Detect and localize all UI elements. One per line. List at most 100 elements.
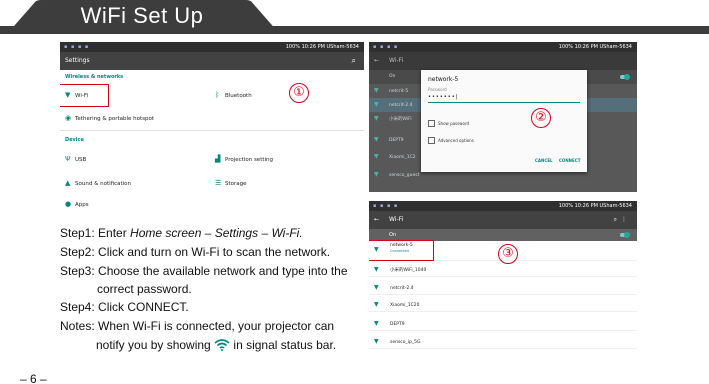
wifi-toggle[interactable] xyxy=(620,73,630,80)
password-label: Password xyxy=(428,87,447,92)
appbar-title: Wi-Fi xyxy=(389,57,404,64)
network-row[interactable]: ▼ DEPT9 xyxy=(369,316,637,331)
callout-1: ① xyxy=(289,83,309,103)
password-input[interactable]: •••••••| xyxy=(428,94,458,100)
settings-item-apps[interactable]: ● Apps xyxy=(65,199,89,209)
usb-icon: Ψ xyxy=(65,155,71,163)
back-arrow-icon[interactable]: ← xyxy=(374,211,379,229)
settings-item-label: Sound & notification xyxy=(75,181,132,187)
step-2: Step2: Click and turn on Wi-Fi to scan t… xyxy=(60,245,331,259)
network-name: sensco_ip_5G xyxy=(390,340,421,345)
section-divider xyxy=(60,130,364,131)
section-wireless-networks: Wireless & networks xyxy=(65,74,124,80)
search-icon[interactable]: ⌕ xyxy=(352,52,356,70)
settings-item-sound[interactable]: ▲ Sound & notification xyxy=(65,178,131,188)
section-device: Device xyxy=(65,137,84,143)
on-label: On xyxy=(389,74,396,79)
wifi-signal-icon: ▼ xyxy=(374,284,379,291)
network-name: Xiaomi_1C2 xyxy=(389,155,416,160)
network-name: netcrit-5 xyxy=(389,89,409,94)
android-icon: ● xyxy=(65,200,72,208)
wifi-highlight-box xyxy=(60,84,109,107)
network-name: DEPT9 xyxy=(390,322,405,327)
network-row[interactable]: ▼ sensco_ip_5G xyxy=(369,334,637,349)
appbar-title: Wi-Fi xyxy=(389,216,404,223)
status-bar: ▪ ▪ ▪ ▪ 100% 10:26 PM USham-5634 xyxy=(369,42,637,52)
callout-3: ③ xyxy=(498,244,518,264)
network-row[interactable]: ▼ Xiaomi_1C20 xyxy=(369,297,637,312)
network-row[interactable]: ▼ netcrit-2.4 xyxy=(369,280,637,295)
callout-2: ② xyxy=(531,108,551,128)
notification-icons: ▪ ▪ ▪ ▪ xyxy=(64,44,90,50)
wifi-icon xyxy=(214,339,230,351)
notification-icons: ▪ ▪ ▪ ▪ xyxy=(373,203,399,209)
step-1-prefix: Step1: Enter xyxy=(60,226,131,240)
settings-item-label: Storage xyxy=(225,181,247,187)
network-name: Xiaomi_1C20 xyxy=(390,303,420,308)
status-right-text: 100% 10:26 PM USham-5634 xyxy=(285,44,359,50)
step-3-line-2: correct password. xyxy=(97,282,192,296)
dialog-title: network-5 xyxy=(428,76,459,83)
settings-item-label: Bluetooth xyxy=(225,93,252,99)
step-1-path: Home screen – Settings – Wi-Fi. xyxy=(130,226,303,240)
step-4: Step4: Click CONNECT. xyxy=(60,300,189,314)
settings-item-label: Tethering & portable hotspot xyxy=(75,116,155,122)
network-name: DEPT9 xyxy=(389,138,404,143)
password-dialog-screenshot: ▪ ▪ ▪ ▪ 100% 10:26 PM USham-5634 ← Wi-Fi… xyxy=(369,42,637,192)
notes-text-b: in signal status bar. xyxy=(233,338,337,352)
network-name: sensco_guest xyxy=(389,173,420,178)
advanced-options-label: Advanced options xyxy=(438,138,474,143)
settings-item-label: USB xyxy=(75,157,87,163)
network-name: netcrit-2.4 xyxy=(389,103,413,108)
settings-item-usb[interactable]: Ψ USB xyxy=(65,154,86,164)
wifi-signal-icon: ▼ xyxy=(374,101,379,108)
advanced-options-checkbox[interactable] xyxy=(428,137,435,144)
network-row[interactable]: ▼ 小米的WiFi_1040 xyxy=(369,262,637,277)
step-1: Step1: Enter Home screen – Settings – Wi… xyxy=(60,226,303,240)
step-3-line-1: Step3: Choose the available network and … xyxy=(60,264,348,278)
settings-item-label: Apps xyxy=(75,202,89,208)
wifi-signal-icon: ▼ xyxy=(374,320,379,327)
projection-icon: ▟ xyxy=(215,155,221,163)
network-name: 小米的WiFi_1040 xyxy=(390,268,427,273)
wifi-signal-icon: ▼ xyxy=(374,87,379,94)
settings-item-label: Projection setting xyxy=(225,157,274,163)
search-icon[interactable]: ⌕⋮ xyxy=(614,211,631,229)
network-name: 小米的WiFi xyxy=(389,117,412,122)
connect-button[interactable]: CONNECT xyxy=(559,158,580,163)
settings-item-tethering[interactable]: ◉ Tethering & portable hotspot xyxy=(65,113,154,123)
wifi-signal-icon: ▼ xyxy=(374,115,379,122)
cancel-button[interactable]: CANCEL xyxy=(535,158,553,163)
settings-item-projection[interactable]: ▟ Projection setting xyxy=(215,154,273,164)
wifi-appbar: ← Wi-Fi ⌕⋮ xyxy=(369,211,637,229)
back-arrow-icon[interactable]: ← xyxy=(374,52,379,70)
bell-icon: ▲ xyxy=(65,179,71,187)
settings-item-storage[interactable]: ☰ Storage xyxy=(215,178,247,188)
show-password-label: Show password xyxy=(438,121,470,126)
status-right-text: 100% 10:26 PM USham-5634 xyxy=(558,203,632,209)
status-bar: ▪ ▪ ▪ ▪ 100% 10:26 PM USham-5634 xyxy=(369,201,637,211)
notes-text-a: notify you by showing xyxy=(96,338,211,352)
wifi-signal-icon: ▼ xyxy=(374,136,379,143)
wifi-appbar: ← Wi-Fi xyxy=(369,52,637,70)
wifi-signal-icon: ▼ xyxy=(374,338,379,345)
hotspot-icon: ◉ xyxy=(65,114,72,122)
wifi-connected-screenshot: ▪ ▪ ▪ ▪ 100% 10:26 PM USham-5634 ← Wi-Fi… xyxy=(369,201,637,352)
status-right-text: 100% 10:26 PM USham-5634 xyxy=(558,44,632,50)
settings-appbar: Settings ⌕ xyxy=(60,52,364,70)
bluetooth-icon: ᛒ xyxy=(215,91,220,99)
wifi-toggle[interactable] xyxy=(620,231,630,238)
wifi-signal-icon: ▼ xyxy=(374,153,379,160)
storage-icon: ☰ xyxy=(215,179,222,187)
settings-item-bluetooth[interactable]: ᛒ Bluetooth xyxy=(215,90,252,100)
wifi-signal-icon: ▼ xyxy=(374,171,379,178)
page-title: WiFi Set Up xyxy=(80,3,204,28)
password-underline xyxy=(428,102,580,103)
settings-screenshot: ▪ ▪ ▪ ▪ 100% 10:26 PM USham-5634 Setting… xyxy=(60,42,364,214)
notes-line-2: notify you by showing in signal status b… xyxy=(96,338,336,352)
page-number: – 6 – xyxy=(20,372,47,384)
wifi-signal-icon: ▼ xyxy=(374,266,379,273)
notes-line-1: Notes: When Wi-Fi is connected, your pro… xyxy=(60,319,335,333)
password-dialog: network-5 Password •••••••| Show passwor… xyxy=(421,70,587,172)
show-password-checkbox[interactable] xyxy=(428,120,435,127)
